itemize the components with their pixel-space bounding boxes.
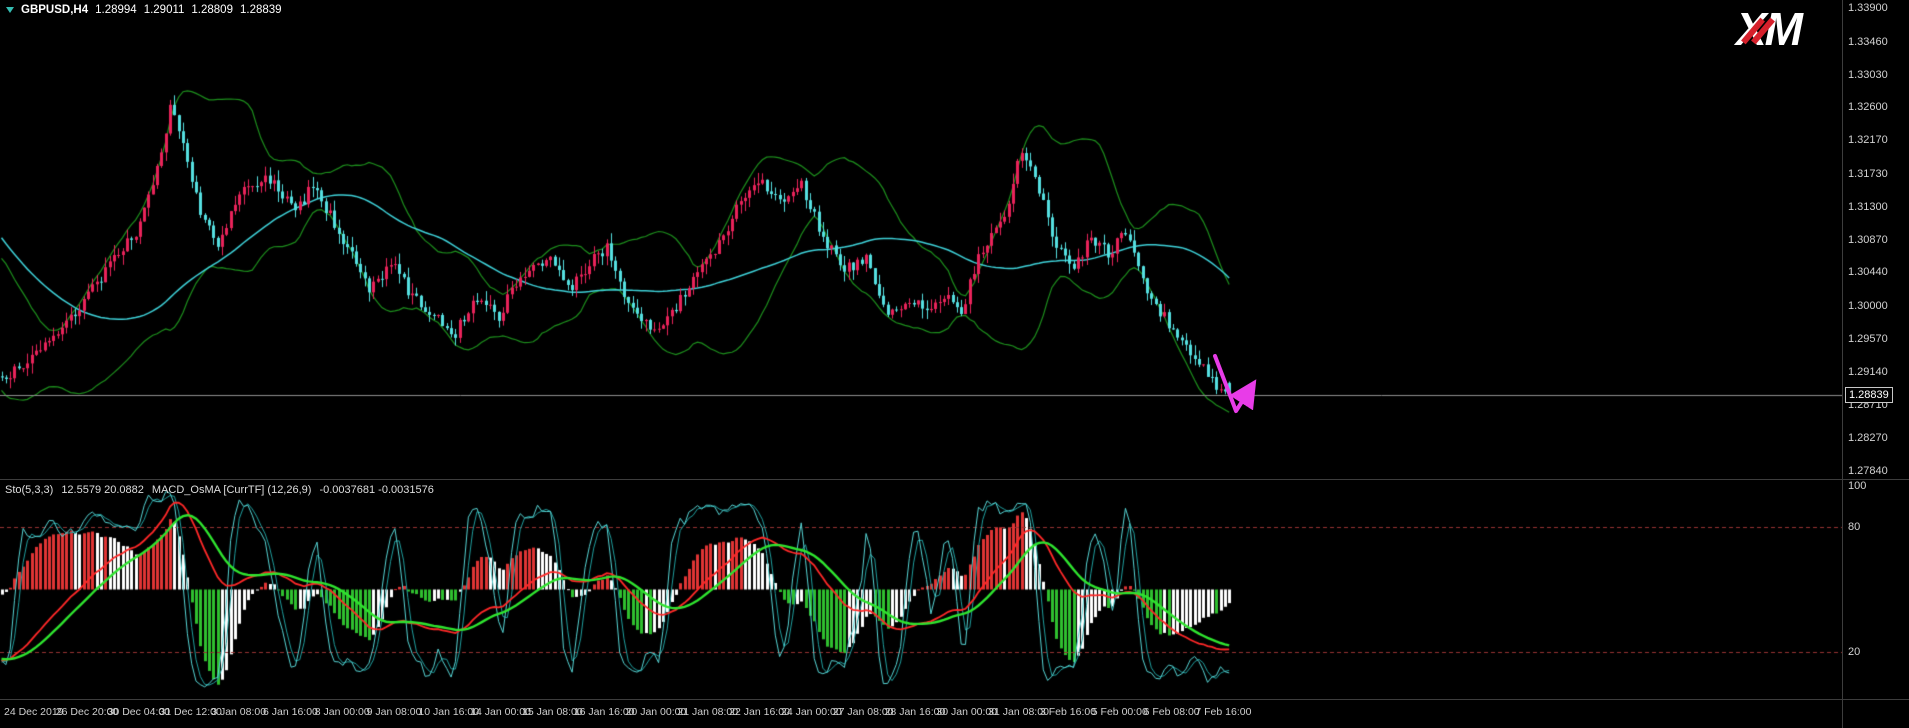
price-axis[interactable]: 1.28839 1.33900 1.33460 1.33030 1.32600 1.32… <box>1845 0 1909 479</box>
time-axis-label: 24 Dec 2019 <box>4 706 64 718</box>
indicator-header: Sto(5,3,3) 12.5579 20.0882 MACD_OsMA [Cu… <box>5 484 434 496</box>
indicator-axis-label: 80 <box>1848 521 1860 533</box>
quote-open: 1.28994 <box>95 4 137 16</box>
price-axis-label: 1.28270 <box>1848 432 1888 444</box>
time-axis-label: 7 Feb 16:00 <box>1195 706 1251 718</box>
chart-title: GBPUSD,H4 1.28994 1.29011 1.28809 1.2883… <box>6 4 282 16</box>
time-axis-label: 3 Jan 08:00 <box>211 706 266 718</box>
time-axis-label: 8 Jan 00:00 <box>315 706 370 718</box>
indicator-canvas[interactable] <box>0 480 1842 699</box>
price-axis-label: 1.32170 <box>1848 134 1888 146</box>
price-axis-label: 1.32600 <box>1848 101 1888 113</box>
price-axis-label: 1.33030 <box>1848 69 1888 81</box>
price-axis-label: 1.30000 <box>1848 300 1888 312</box>
time-axis-label: 6 Feb 08:00 <box>1144 706 1200 718</box>
stochastic-values: 12.5579 20.0882 <box>61 484 144 496</box>
quote-high: 1.29011 <box>144 4 185 16</box>
time-axis-label: 6 Jan 16:00 <box>263 706 318 718</box>
price-axis-label: 1.29570 <box>1848 333 1888 345</box>
price-axis-label: 1.31300 <box>1848 201 1888 213</box>
price-axis-label: 1.30870 <box>1848 234 1888 246</box>
macd-osma-values: -0.0037681 -0.0031576 <box>319 484 433 496</box>
price-axis-label: 1.33460 <box>1848 36 1888 48</box>
stochastic-label: Sto(5,3,3) <box>5 484 53 496</box>
time-axis-label: 5 Feb 00:00 <box>1092 706 1148 718</box>
symbol-marker-icon <box>6 7 14 13</box>
price-axis-label: 1.33900 <box>1848 2 1888 14</box>
xm-logo: XM <box>1736 2 1848 58</box>
time-axis-label: 3 Feb 16:00 <box>1040 706 1096 718</box>
mt4-chart-window: GBPUSD,H4 1.28994 1.29011 1.28809 1.2883… <box>0 0 1909 728</box>
current-price-tag: 1.28839 <box>1845 387 1893 403</box>
macd-osma-label: MACD_OsMA [CurrTF] (12,26,9) <box>152 484 312 496</box>
quote-close: 1.28839 <box>240 4 282 16</box>
indicator-axis-label: 100 <box>1848 480 1866 492</box>
price-axis-label: 1.31730 <box>1848 168 1888 180</box>
axis-separator-vertical <box>1842 0 1843 728</box>
price-axis-label: 1.27840 <box>1848 465 1888 477</box>
price-axis-label: 1.29140 <box>1848 366 1888 378</box>
time-axis[interactable]: 24 Dec 201926 Dec 20:0030 Dec 04:0031 De… <box>0 700 1845 728</box>
symbol-period-label: GBPUSD,H4 <box>21 4 88 16</box>
indicator-axis-label: 20 <box>1848 646 1860 658</box>
time-axis-label: 9 Jan 08:00 <box>367 706 422 718</box>
quote-low: 1.28809 <box>191 4 233 16</box>
price-chart-canvas[interactable] <box>0 0 1842 479</box>
price-axis-label: 1.30440 <box>1848 266 1888 278</box>
indicator-axis[interactable]: 100 80 20 <box>1845 480 1909 699</box>
